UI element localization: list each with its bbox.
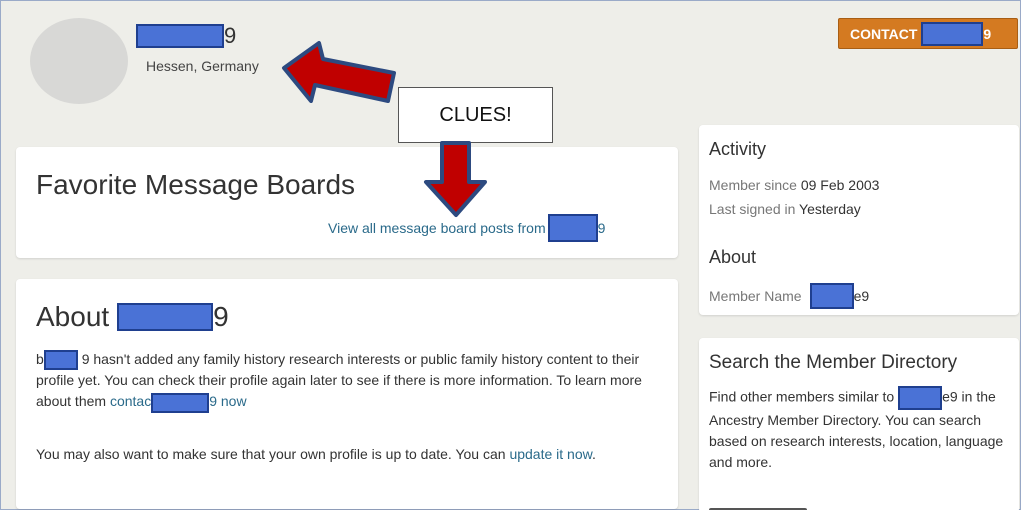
- last-signed-in-row: Last signed in Yesterday: [709, 201, 861, 217]
- username-suffix: 9: [224, 23, 237, 48]
- update-profile-link[interactable]: update it now: [509, 446, 592, 462]
- redaction-box: [136, 24, 224, 48]
- member-since-value: 09 Feb 2003: [800, 177, 880, 193]
- redaction-box: [809, 283, 854, 309]
- contact-button-label: CONTACT: [850, 25, 918, 42]
- about-lead: b: [36, 351, 44, 367]
- member-directory-title: Search the Member Directory: [709, 352, 958, 373]
- redaction-box: [898, 386, 943, 410]
- profile-location: Hessen, Germany: [146, 58, 259, 74]
- profile-username: 9: [136, 23, 236, 49]
- activity-card: Activity Member since 09 Feb 2003 Last s…: [699, 125, 1019, 315]
- view-message-board-posts-link[interactable]: View all message board posts from 9: [328, 214, 605, 242]
- link-suffix: 9: [597, 220, 606, 236]
- redaction-box: [43, 350, 78, 371]
- about-update-text: You may also want to make sure that your…: [36, 446, 506, 462]
- period: .: [591, 446, 596, 462]
- redaction-box: [921, 21, 984, 46]
- about-title-prefix: About: [36, 301, 110, 332]
- activity-title: Activity: [709, 139, 767, 159]
- last-signed-in-value: Yesterday: [799, 201, 861, 217]
- contact-link[interactable]: contac 9 now: [109, 392, 247, 413]
- about-paragraph-1: b 9 hasn't added any family history rese…: [36, 349, 656, 413]
- about-card: About 9 b 9 hasn't added any family hist…: [16, 279, 678, 509]
- member-since-row: Member since 09 Feb 2003: [709, 177, 879, 193]
- contact-button[interactable]: CONTACT 9: [838, 18, 1018, 49]
- about-title-suffix: 9: [213, 301, 229, 332]
- last-signed-in-label: Last signed in: [709, 201, 796, 217]
- redaction-box: [117, 303, 214, 331]
- avatar: [30, 18, 128, 104]
- redaction-box: [547, 214, 598, 242]
- clues-callout: CLUES!: [398, 87, 553, 143]
- contact-link-suffix: 9 now: [209, 393, 247, 410]
- about-side-title: About: [709, 247, 757, 267]
- link-text: View all message board posts from: [328, 220, 546, 236]
- about-title: About 9: [36, 301, 229, 333]
- member-since-label: Member since: [709, 177, 797, 193]
- arrow-to-location: [282, 41, 396, 103]
- search-text-suffix: e9: [942, 388, 958, 405]
- member-directory-card: Search the Member Directory Find other m…: [699, 338, 1019, 510]
- member-name-row: Member Name e9: [709, 283, 869, 309]
- contact-button-suffix: 9: [983, 25, 992, 42]
- redaction-box: [151, 392, 210, 413]
- search-text-prefix: Find other members similar to: [709, 388, 895, 405]
- member-name-suffix: e9: [853, 288, 870, 304]
- favorite-message-boards-card: Favorite Message Boards View all message…: [16, 147, 678, 258]
- favorites-title: Favorite Message Boards: [36, 169, 356, 200]
- contact-link-text: contac: [109, 393, 152, 410]
- about-paragraph-2: You may also want to make sure that your…: [36, 443, 656, 466]
- member-name-label: Member Name: [709, 288, 802, 304]
- member-directory-text: Find other members similar to e9 in the …: [709, 386, 1014, 473]
